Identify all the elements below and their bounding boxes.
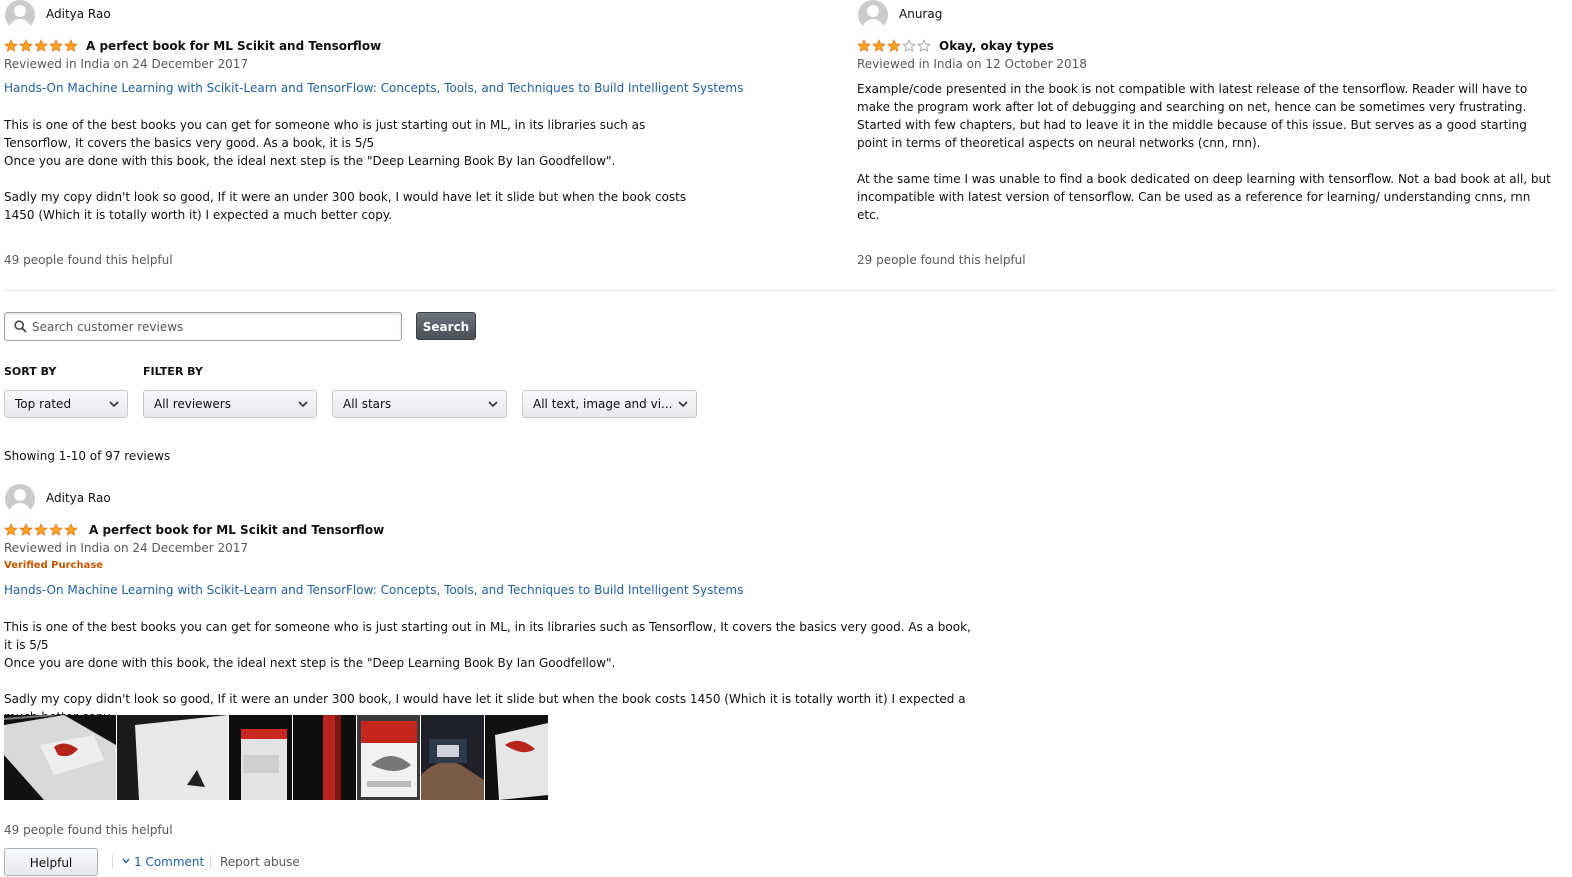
- star-filled-icon: [4, 523, 18, 536]
- chevron-down-icon: [298, 401, 308, 408]
- helpful-count: 49 people found this helpful: [4, 823, 173, 837]
- review-date: Reviewed in India on 24 December 2017: [4, 57, 249, 71]
- filter-label: FILTER BY: [143, 365, 203, 378]
- review-photo[interactable]: [421, 715, 484, 800]
- star-filled-icon: [49, 523, 63, 536]
- reviewer-name[interactable]: Aditya Rao: [46, 491, 111, 505]
- star-filled-icon: [4, 39, 18, 52]
- reviewer-name[interactable]: Anurag: [899, 7, 942, 21]
- star-filled-icon: [857, 39, 871, 52]
- star-filter-dropdown[interactable]: All stars: [332, 390, 507, 418]
- review-photo[interactable]: [4, 715, 116, 800]
- sort-label: SORT BY: [4, 365, 57, 378]
- reviewer-avatar: [858, 0, 888, 30]
- verified-purchase-badge: Verified Purchase: [4, 560, 104, 571]
- reviewer-name[interactable]: Aditya Rao: [46, 7, 111, 21]
- review-body: This is one of the best books you can ge…: [4, 618, 979, 726]
- review-date: Reviewed in India on 12 October 2018: [857, 57, 1087, 71]
- chevron-down-icon: [488, 401, 498, 408]
- star-filled-icon: [64, 39, 78, 52]
- chevron-down-icon: [678, 401, 688, 408]
- star-rating[interactable]: [4, 39, 79, 53]
- comment-link[interactable]: 1 Comment: [134, 855, 204, 869]
- review-body: This is one of the best books you can ge…: [4, 116, 704, 224]
- star-filled-icon: [34, 39, 48, 52]
- reviewer-avatar: [5, 484, 35, 514]
- star-filled-icon: [19, 523, 33, 536]
- helpful-count: 49 people found this helpful: [4, 253, 173, 267]
- section-divider: [4, 290, 1555, 291]
- showing-count: Showing 1-10 of 97 reviews: [4, 449, 171, 463]
- review-title[interactable]: A perfect book for ML Scikit and Tensorf…: [86, 39, 381, 53]
- review-photo[interactable]: [485, 715, 548, 800]
- star-filled-icon: [49, 39, 63, 52]
- review-photo[interactable]: [293, 715, 356, 800]
- search-button[interactable]: Search: [416, 312, 476, 340]
- media-filter-selected: All text, image and vi...: [533, 397, 673, 411]
- review-title[interactable]: A perfect book for ML Scikit and Tensorf…: [89, 523, 384, 537]
- review-text: Example/code presented in the book is no…: [857, 82, 1528, 150]
- review-photo[interactable]: [229, 715, 292, 800]
- product-link[interactable]: Hands-On Machine Learning with Scikit-Le…: [4, 583, 743, 597]
- media-filter-dropdown[interactable]: All text, image and vi...: [522, 390, 697, 418]
- review-body: Example/code presented in the book is no…: [857, 80, 1552, 224]
- star-filter-selected: All stars: [343, 397, 392, 411]
- star-rating[interactable]: [4, 523, 79, 537]
- search-field[interactable]: [4, 312, 402, 341]
- review-photo[interactable]: [357, 715, 420, 800]
- review-text: This is one of the best books you can ge…: [4, 118, 646, 150]
- star-filled-icon: [872, 39, 886, 52]
- star-filled-icon: [19, 39, 33, 52]
- search-icon: [14, 320, 27, 333]
- reviewer-filter-selected: All reviewers: [154, 397, 231, 411]
- sort-selected: Top rated: [15, 397, 72, 411]
- helpful-count: 29 people found this helpful: [857, 253, 1026, 267]
- star-empty-icon: [917, 39, 931, 52]
- star-filled-icon: [34, 523, 48, 536]
- reviewer-filter-dropdown[interactable]: All reviewers: [143, 390, 317, 418]
- review-text: This is one of the best books you can ge…: [4, 620, 971, 652]
- star-filled-icon: [887, 39, 901, 52]
- separator: [112, 855, 113, 869]
- star-filled-icon: [64, 523, 78, 536]
- product-link[interactable]: Hands-On Machine Learning with Scikit-Le…: [4, 81, 743, 95]
- star-empty-icon: [902, 39, 916, 52]
- sort-dropdown[interactable]: Top rated: [4, 390, 128, 418]
- reviewer-avatar: [5, 0, 35, 30]
- review-text: At the same time I was unable to find a …: [857, 172, 1551, 222]
- separator: [210, 855, 211, 869]
- chevron-down-icon: [122, 858, 130, 864]
- review-date: Reviewed in India on 24 December 2017: [4, 541, 249, 555]
- review-title[interactable]: Okay, okay types: [939, 39, 1054, 53]
- review-photo[interactable]: [117, 715, 228, 800]
- review-text: Sadly my copy didn't look so good, If it…: [4, 190, 687, 222]
- star-rating[interactable]: [857, 39, 932, 53]
- report-abuse-link[interactable]: Report abuse: [220, 855, 300, 869]
- search-input[interactable]: [32, 313, 392, 340]
- review-text: Once you are done with this book, the id…: [4, 656, 616, 670]
- review-text: Once you are done with this book, the id…: [4, 154, 616, 168]
- chevron-down-icon: [109, 401, 119, 408]
